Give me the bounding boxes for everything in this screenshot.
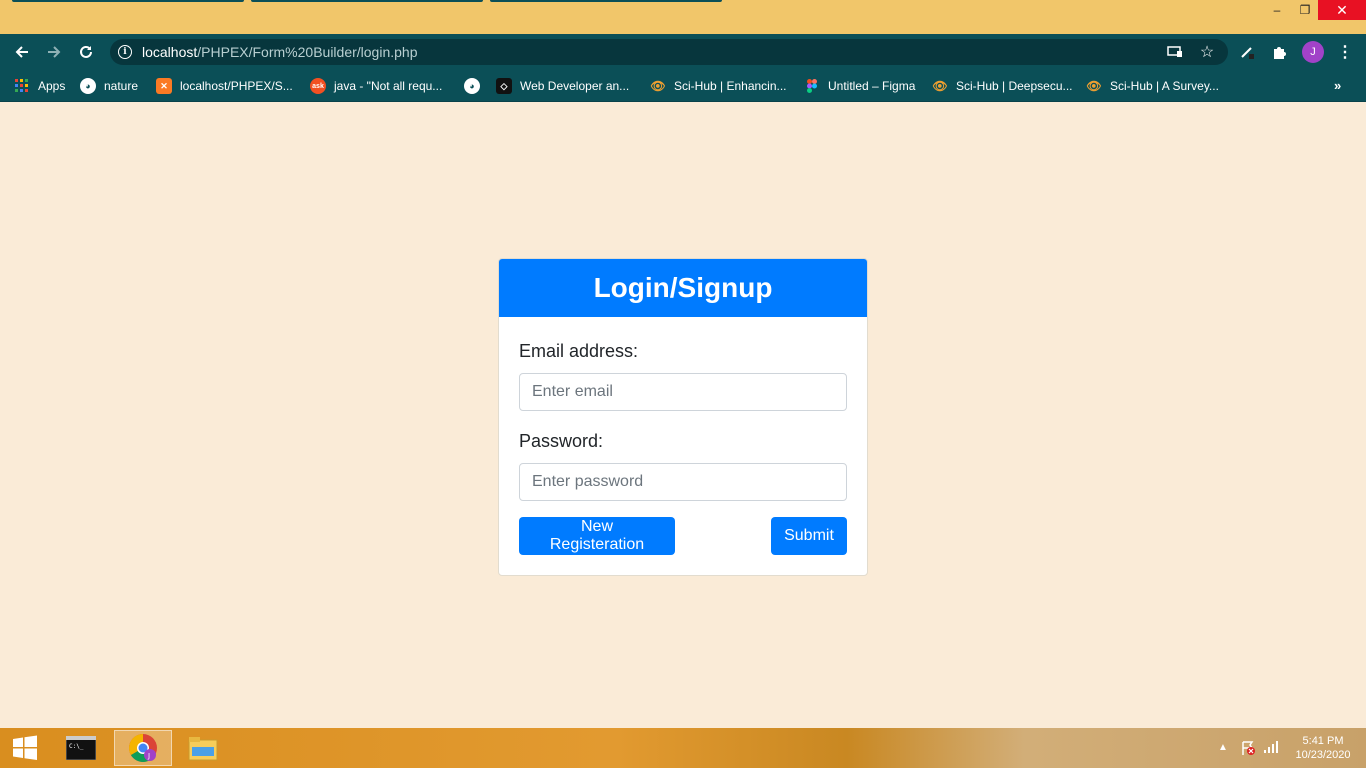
email-input[interactable] <box>519 373 847 411</box>
roadmap-icon: ◇ <box>496 78 512 94</box>
xampp-icon: ✕ <box>156 78 172 94</box>
scihub-icon: 👁 <box>650 79 666 93</box>
password-label: Password: <box>519 431 604 451</box>
figma-icon <box>804 78 820 94</box>
taskbar-cmd[interactable]: C:\_ <box>52 730 110 766</box>
address-bar[interactable]: i localhost/PHPEX/Form%20Builder/login.p… <box>110 39 1228 65</box>
bookmark-label: nature <box>104 79 139 93</box>
bookmark-scihub-2[interactable]: 👁 Sci-Hub | Deepsecu... <box>932 76 1073 96</box>
command-prompt-icon: C:\_ <box>66 736 96 760</box>
back-arrow-icon <box>15 46 28 58</box>
forward-button[interactable] <box>40 38 68 66</box>
page-viewport: Login/Signup Email address: Password: Ne… <box>0 103 1366 728</box>
back-button[interactable] <box>8 38 36 66</box>
scihub-icon: 👁 <box>932 79 948 93</box>
globe-icon: ◕ <box>464 78 480 94</box>
restore-button[interactable]: ❐ <box>1290 0 1320 20</box>
cast-icon[interactable] <box>1166 43 1184 61</box>
bookmark-star-icon[interactable]: ☆ <box>1198 43 1216 61</box>
clock-time: 5:41 PM <box>1302 735 1344 747</box>
browser-toolbar: i localhost/PHPEX/Form%20Builder/login.p… <box>0 34 1366 70</box>
scihub-icon: 👁 <box>1086 79 1102 93</box>
close-window-button[interactable]: ✕ <box>1318 0 1366 20</box>
reload-icon <box>80 45 92 58</box>
new-registration-button[interactable]: New Registeration <box>519 517 675 555</box>
bookmark-label: Apps <box>38 79 66 93</box>
bookmark-scihub-3[interactable]: 👁 Sci-Hub | A Survey... <box>1086 76 1219 96</box>
extensions-puzzle-icon[interactable] <box>1270 43 1288 61</box>
browser-tab[interactable] <box>12 0 244 2</box>
windows-taskbar: C:\_ J ▲ 5:41 PM 10/23/2020 <box>0 728 1366 768</box>
bookmark-scihub-1[interactable]: 👁 Sci-Hub | Enhancin... <box>650 76 787 96</box>
bookmark-label: localhost/PHPEX/S... <box>180 79 293 93</box>
svg-text:C:\_: C:\_ <box>69 743 84 750</box>
url-host: localhost <box>142 44 198 60</box>
bookmark-label: Untitled – Figma <box>828 79 916 93</box>
bookmarks-bar: Apps ◕ nature ✕ localhost/PHPEX/S... ask… <box>0 70 1366 102</box>
action-center-flag-icon[interactable] <box>1240 740 1256 761</box>
bookmark-label: Sci-Hub | Deepsecu... <box>956 79 1073 93</box>
taskbar-chrome[interactable]: J <box>114 730 172 766</box>
folder-icon <box>188 737 218 761</box>
url-path: /PHPEX/Form%20Builder/login.php <box>197 44 418 60</box>
bookmark-label: Web Developer an... <box>520 79 630 93</box>
windows-logo-icon <box>13 735 37 760</box>
bookmark-apps[interactable]: Apps <box>14 76 65 96</box>
taskbar-clock[interactable]: 5:41 PM 10/23/2020 <box>1286 734 1360 762</box>
browser-tab[interactable] <box>490 0 722 2</box>
bookmark-label: java - "Not all requ... <box>334 79 443 93</box>
password-input[interactable] <box>519 463 847 501</box>
menu-kebab-icon[interactable]: ⋮ <box>1336 43 1354 61</box>
bookmark-web-developer[interactable]: ◇ Web Developer an... <box>496 76 629 96</box>
minimize-button[interactable]: – <box>1262 0 1292 20</box>
chrome-icon: J <box>129 734 157 762</box>
window-titlebar: – ❐ ✕ <box>0 0 1366 34</box>
start-button[interactable] <box>0 730 50 766</box>
svg-text:J: J <box>147 752 150 760</box>
browser-tab[interactable] <box>251 0 483 2</box>
clock-date: 10/23/2020 <box>1295 749 1351 761</box>
bookmark-java[interactable]: ask java - "Not all requ... <box>310 76 442 96</box>
ask-icon: ask <box>310 78 326 94</box>
reload-button[interactable] <box>72 38 100 66</box>
bookmarks-overflow-icon[interactable]: » <box>1334 78 1341 93</box>
submit-button[interactable]: Submit <box>771 517 847 555</box>
globe-icon: ◕ <box>80 78 96 94</box>
profile-avatar[interactable]: J <box>1302 41 1324 63</box>
card-title: Login/Signup <box>499 259 867 317</box>
email-label: Email address: <box>519 341 639 361</box>
taskbar-file-explorer[interactable] <box>174 730 232 766</box>
bookmark-localhost[interactable]: ✕ localhost/PHPEX/S... <box>156 76 293 96</box>
apps-grid-icon <box>14 78 30 94</box>
forward-arrow-icon <box>48 46 61 58</box>
bookmark-nature[interactable]: ◕ nature <box>80 76 138 96</box>
url-text[interactable]: localhost/PHPEX/Form%20Builder/login.php <box>142 44 418 60</box>
bookmark-label: Sci-Hub | A Survey... <box>1110 79 1219 93</box>
bookmark-figma[interactable]: Untitled – Figma <box>804 76 915 96</box>
pen-extension-icon[interactable] <box>1238 43 1256 61</box>
bookmark-globe[interactable]: ◕ <box>464 76 488 96</box>
tray-overflow-icon[interactable]: ▲ <box>1218 742 1228 753</box>
bookmark-label: Sci-Hub | Enhancin... <box>674 79 787 93</box>
network-signal-icon[interactable] <box>1263 740 1279 759</box>
site-info-icon[interactable]: i <box>118 45 132 59</box>
login-card: Login/Signup Email address: Password: Ne… <box>498 258 868 576</box>
